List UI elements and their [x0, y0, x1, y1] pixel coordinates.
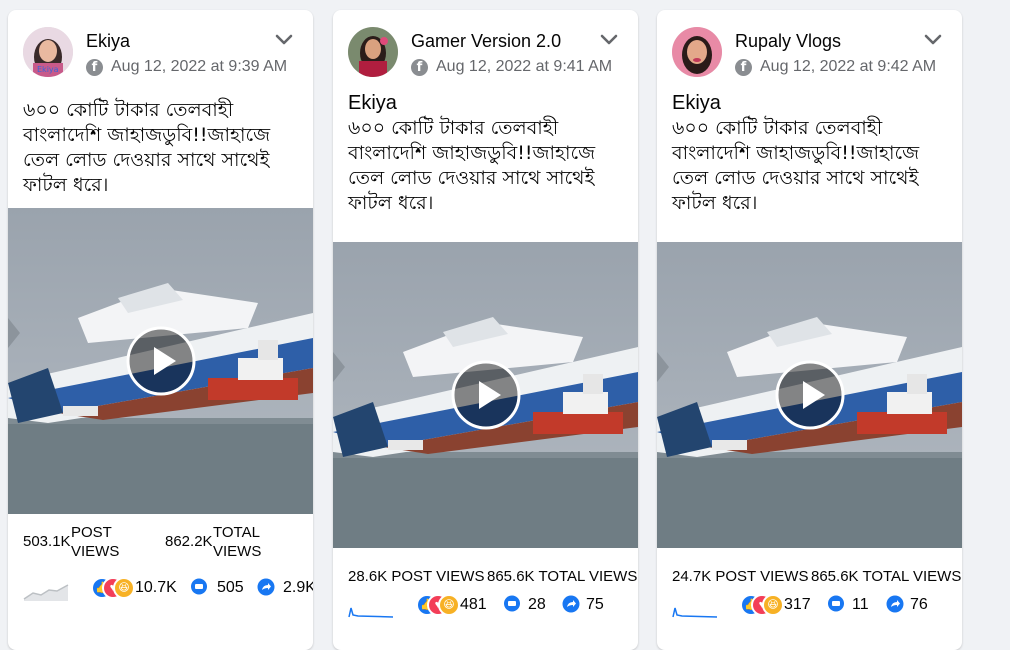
- facebook-icon: f: [735, 58, 752, 76]
- post-meta: f Aug 12, 2022 at 9:42 AM: [735, 58, 936, 76]
- comment-icon[interactable]: [827, 595, 845, 613]
- post-header: Ekiya Ekiya f Aug 12, 2022 at 9:39 AM: [8, 10, 313, 80]
- share-count[interactable]: 76: [910, 596, 928, 614]
- reaction-count[interactable]: 481: [460, 596, 487, 614]
- avatar[interactable]: [672, 27, 722, 77]
- post-text: ৬০০ কোটি টাকার তেলবাহী বাংলাদেশি জাহাজডু…: [672, 117, 920, 214]
- comment-count[interactable]: 505: [217, 579, 244, 597]
- post-stats: 28.6K POST VIEWS 865.6K TOTAL VIEWS: [333, 556, 638, 596]
- haha-icon: 😆: [113, 577, 135, 599]
- video-thumbnail[interactable]: [8, 208, 313, 514]
- share-count[interactable]: 2.9K: [283, 579, 313, 597]
- post-views-value: 503.1K: [23, 533, 71, 550]
- page-name[interactable]: Rupaly Vlogs: [735, 31, 841, 52]
- post-stats: 503.1K POST VIEWS 862.2K TOTAL VIEWS: [8, 522, 313, 562]
- comment-icon[interactable]: [503, 595, 521, 613]
- reaction-count[interactable]: 317: [784, 596, 811, 614]
- post-timestamp[interactable]: Aug 12, 2022 at 9:41 AM: [436, 58, 612, 76]
- post-views: 24.7K POST VIEWS: [672, 568, 809, 585]
- post-views: 28.6K POST VIEWS: [348, 568, 485, 585]
- post-meta: f Aug 12, 2022 at 9:41 AM: [411, 58, 612, 76]
- views-sparkline: [672, 607, 718, 618]
- post-stats: 24.7K POST VIEWS 865.6K TOTAL VIEWS: [657, 556, 962, 596]
- share-count[interactable]: 75: [586, 596, 604, 614]
- total-views: 865.6K TOTAL VIEWS: [487, 568, 638, 585]
- haha-icon: 😆: [438, 594, 460, 616]
- post-timestamp[interactable]: Aug 12, 2022 at 9:42 AM: [760, 58, 936, 76]
- facebook-icon: f: [411, 58, 428, 76]
- views-sparkline: [23, 584, 69, 601]
- engagement-row: 👍 ♥ 😆 317 11 76: [657, 592, 962, 622]
- svg-text:Ekiya: Ekiya: [37, 65, 59, 74]
- play-icon[interactable]: [125, 325, 197, 397]
- post-header: Gamer Version 2.0 f Aug 12, 2022 at 9:41…: [333, 10, 638, 80]
- shared-post-author[interactable]: Ekiya: [348, 90, 623, 116]
- reaction-icons[interactable]: 👍 ♥ 😆: [740, 594, 784, 616]
- views-sparkline: [348, 607, 394, 618]
- total-views: 865.6K TOTAL VIEWS: [811, 568, 962, 585]
- engagement-row: 👍 ♥ 😆 481 28 75: [333, 592, 638, 622]
- comment-count[interactable]: 11: [852, 596, 869, 614]
- haha-icon: 😆: [762, 594, 784, 616]
- total-views-value: 862.2K: [165, 533, 213, 550]
- page-name[interactable]: Gamer Version 2.0: [411, 31, 561, 52]
- chevron-down-icon[interactable]: [273, 28, 295, 50]
- avatar[interactable]: [348, 27, 398, 77]
- share-icon[interactable]: [886, 595, 904, 613]
- comment-count[interactable]: 28: [528, 596, 546, 614]
- post-card-rupaly-vlogs[interactable]: Rupaly Vlogs f Aug 12, 2022 at 9:42 AM E…: [657, 10, 962, 650]
- shared-post-author[interactable]: Ekiya: [672, 90, 947, 116]
- chevron-down-icon[interactable]: [922, 28, 944, 50]
- post-meta: f Aug 12, 2022 at 9:39 AM: [86, 58, 287, 76]
- play-icon[interactable]: [450, 359, 522, 431]
- chevron-down-icon[interactable]: [598, 28, 620, 50]
- post-header: Rupaly Vlogs f Aug 12, 2022 at 9:42 AM: [657, 10, 962, 80]
- engagement-row: 👍 ♥ 😆 10.7K 505 2.9K: [8, 575, 313, 605]
- post-card-ekiya[interactable]: Ekiya Ekiya f Aug 12, 2022 at 9:39 AM ৬০…: [8, 10, 313, 650]
- post-card-gamer-version[interactable]: Gamer Version 2.0 f Aug 12, 2022 at 9:41…: [333, 10, 638, 650]
- post-timestamp[interactable]: Aug 12, 2022 at 9:39 AM: [111, 58, 287, 76]
- reaction-icons[interactable]: 👍 ♥ 😆: [416, 594, 460, 616]
- reaction-count[interactable]: 10.7K: [135, 579, 177, 597]
- video-thumbnail[interactable]: [333, 242, 638, 548]
- total-views-label: TOTAL VIEWS: [213, 524, 262, 560]
- avatar[interactable]: Ekiya: [23, 27, 73, 77]
- play-icon[interactable]: [774, 359, 846, 431]
- post-text: ৬০০ কোটি টাকার তেলবাহী বাংলাদেশি জাহাজডু…: [23, 99, 271, 196]
- post-text: ৬০০ কোটি টাকার তেলবাহী বাংলাদেশি জাহাজডু…: [348, 117, 596, 214]
- video-thumbnail[interactable]: [657, 242, 962, 548]
- share-icon[interactable]: [257, 578, 275, 596]
- facebook-icon: f: [86, 58, 103, 76]
- post-views-label: POST VIEWS: [71, 524, 120, 560]
- reaction-icons[interactable]: 👍 ♥ 😆: [91, 577, 135, 599]
- share-icon[interactable]: [562, 595, 580, 613]
- comment-icon[interactable]: [190, 578, 208, 596]
- page-name[interactable]: Ekiya: [86, 31, 130, 52]
